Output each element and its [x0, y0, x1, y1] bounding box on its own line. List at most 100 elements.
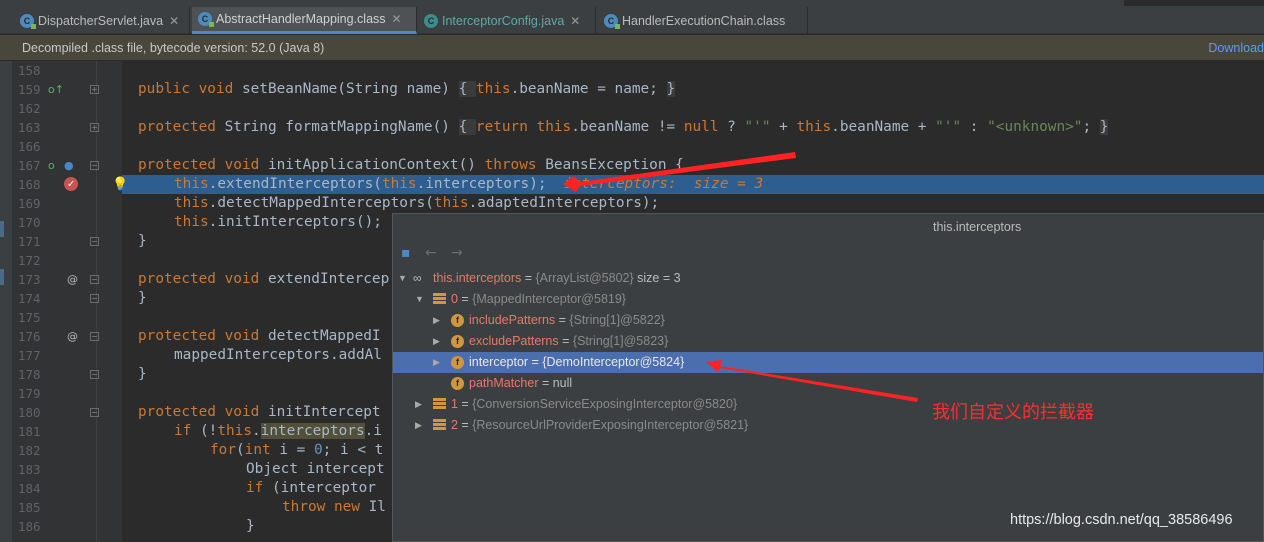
line-number: 166 — [18, 139, 41, 154]
close-icon[interactable]: ✕ — [392, 12, 402, 26]
code-line: protected String formatMappingName() { r… — [138, 119, 1109, 135]
code-line: protected void extendIntercep — [138, 271, 390, 287]
code-line: } — [138, 366, 147, 382]
line-number: 163 — [18, 120, 41, 135]
line-number: 170 — [18, 215, 41, 230]
line-number: 177 — [18, 348, 41, 363]
line-number: 178 — [18, 367, 41, 382]
tree-row[interactable]: ▶ f excludePatterns = {String[1]@5823} — [393, 331, 1263, 352]
tab-label: AbstractHandlerMapping.class — [216, 12, 386, 26]
tab-label: InterceptorConfig.java — [442, 13, 565, 28]
line-number: 158 — [18, 63, 41, 78]
implement-icon[interactable]: ● — [64, 156, 74, 175]
tab-abstracthandlermapping[interactable]: C AbstractHandlerMapping.class ✕ — [192, 7, 417, 34]
class-icon: C — [604, 13, 620, 29]
class-icon: C — [20, 13, 36, 29]
tab-dispatcherservlet[interactable]: C DispatcherServlet.java ✕ — [14, 7, 190, 34]
close-icon[interactable]: ✕ — [570, 14, 580, 28]
annotation-icon: @ — [67, 330, 78, 343]
override-icon[interactable]: o — [48, 156, 55, 175]
line-number: 162 — [18, 101, 41, 116]
array-element-icon — [433, 419, 446, 432]
field-icon: f — [451, 356, 464, 369]
toolbar-strip — [1124, 0, 1264, 6]
line-number: 167 — [18, 158, 41, 173]
expanded-arrow-icon[interactable]: ▼ — [398, 268, 407, 289]
fold-icon[interactable]: + — [90, 85, 99, 94]
fold-icon[interactable]: − — [90, 237, 99, 246]
tree-row[interactable]: ▶ f includePatterns = {String[1]@5822} — [393, 310, 1263, 331]
decompiled-banner: Decompiled .class file, bytecode version… — [0, 35, 1264, 61]
tree-row[interactable]: ▼ 0 = {MappedInterceptor@5819} — [393, 289, 1263, 310]
collapsed-arrow-icon[interactable]: ▶ — [415, 394, 422, 415]
code-line: protected void initIntercept — [138, 404, 381, 420]
line-number: 182 — [18, 443, 41, 458]
line-number: 175 — [18, 310, 41, 325]
java-icon: C — [424, 13, 438, 28]
line-number: 180 — [18, 405, 41, 420]
line-number: 169 — [18, 196, 41, 211]
collapsed-arrow-icon[interactable]: ▶ — [433, 352, 440, 373]
collapsed-arrow-icon[interactable]: ▶ — [415, 415, 422, 436]
line-number: 174 — [18, 291, 41, 306]
line-number: 179 — [18, 386, 41, 401]
tab-handlerexecutionchain[interactable]: C HandlerExecutionChain.class — [598, 7, 808, 34]
navigate-icon[interactable]: ▪ — [401, 245, 411, 261]
code-line: protected void detectMappedI — [138, 328, 381, 344]
code-line: this.initInterceptors(); — [174, 214, 382, 230]
fold-icon[interactable]: − — [90, 408, 99, 417]
tree-row[interactable]: ▼ ∞ this.interceptors = {ArrayList@5802}… — [393, 268, 1263, 289]
editor-gutter: 158 159 162 163 166 167 168 169 170 171 … — [12, 61, 122, 542]
variable-inspector-popup[interactable]: this.interceptors ▪ ← → ▼ ∞ this.interce… — [392, 213, 1264, 542]
forward-arrow-icon[interactable]: → — [451, 245, 463, 261]
code-line: for(int i = 0; i < t — [210, 442, 384, 458]
line-number: 176 — [18, 329, 41, 344]
watch-icon: ∞ — [413, 271, 422, 285]
line-number: 171 — [18, 234, 41, 249]
lightbulb-icon[interactable]: 💡 — [112, 175, 128, 194]
line-number: 183 — [18, 462, 41, 477]
inline-debug-value: interceptors: size = 3 — [563, 176, 764, 192]
field-icon: f — [451, 377, 464, 390]
fold-icon[interactable]: − — [90, 370, 99, 379]
download-sources-link[interactable]: Download — [1208, 35, 1264, 61]
tree-row-selected[interactable]: ▶ f interceptor = {DemoInterceptor@5824} — [393, 352, 1263, 373]
checkmark-icon: ✓ — [67, 179, 76, 190]
code-line: throw new Il — [282, 499, 386, 515]
override-icon[interactable]: o↑ — [48, 80, 64, 99]
code-line: } — [246, 518, 255, 534]
line-number: 159 — [18, 82, 41, 97]
code-line: if (!this.interceptors.i — [174, 423, 382, 439]
tree-row[interactable]: f pathMatcher = null — [393, 373, 1263, 394]
left-tool-strip — [0, 61, 12, 542]
code-line: if (interceptor — [246, 480, 385, 496]
tab-interceptorconfig[interactable]: C InterceptorConfig.java ✕ — [418, 7, 596, 34]
fold-icon[interactable]: − — [90, 275, 99, 284]
fold-icon[interactable]: + — [90, 123, 99, 132]
watermark: https://blog.csdn.net/qq_38586496 — [1010, 512, 1233, 528]
line-number: 181 — [18, 424, 41, 439]
code-line: protected void initApplicationContext() … — [138, 157, 684, 173]
class-icon: C — [198, 12, 214, 27]
code-line: } — [138, 290, 147, 306]
tab-label: HandlerExecutionChain.class — [622, 13, 786, 28]
expanded-arrow-icon[interactable]: ▼ — [415, 289, 424, 310]
structure-marker — [0, 221, 4, 237]
array-element-icon — [433, 293, 446, 306]
field-icon: f — [451, 335, 464, 348]
fold-icon[interactable]: − — [90, 161, 99, 170]
field-icon: f — [451, 314, 464, 327]
collapsed-arrow-icon[interactable]: ▶ — [433, 331, 440, 352]
tree-row[interactable]: ▶ 2 = {ResourceUrlProviderExposingInterc… — [393, 415, 1263, 436]
fold-icon[interactable]: − — [90, 294, 99, 303]
line-number: 186 — [18, 519, 41, 534]
back-arrow-icon[interactable]: ← — [425, 245, 437, 261]
collapsed-arrow-icon[interactable]: ▶ — [433, 310, 440, 331]
structure-marker — [0, 269, 4, 285]
close-icon[interactable]: ✕ — [169, 14, 179, 28]
fold-icon[interactable]: − — [90, 332, 99, 341]
banner-text: Decompiled .class file, bytecode version… — [22, 41, 325, 55]
tree-row[interactable]: ▶ 1 = {ConversionServiceExposingIntercep… — [393, 394, 1263, 415]
line-number: 172 — [18, 253, 41, 268]
code-line: mappedInterceptors.addAl — [174, 347, 382, 363]
